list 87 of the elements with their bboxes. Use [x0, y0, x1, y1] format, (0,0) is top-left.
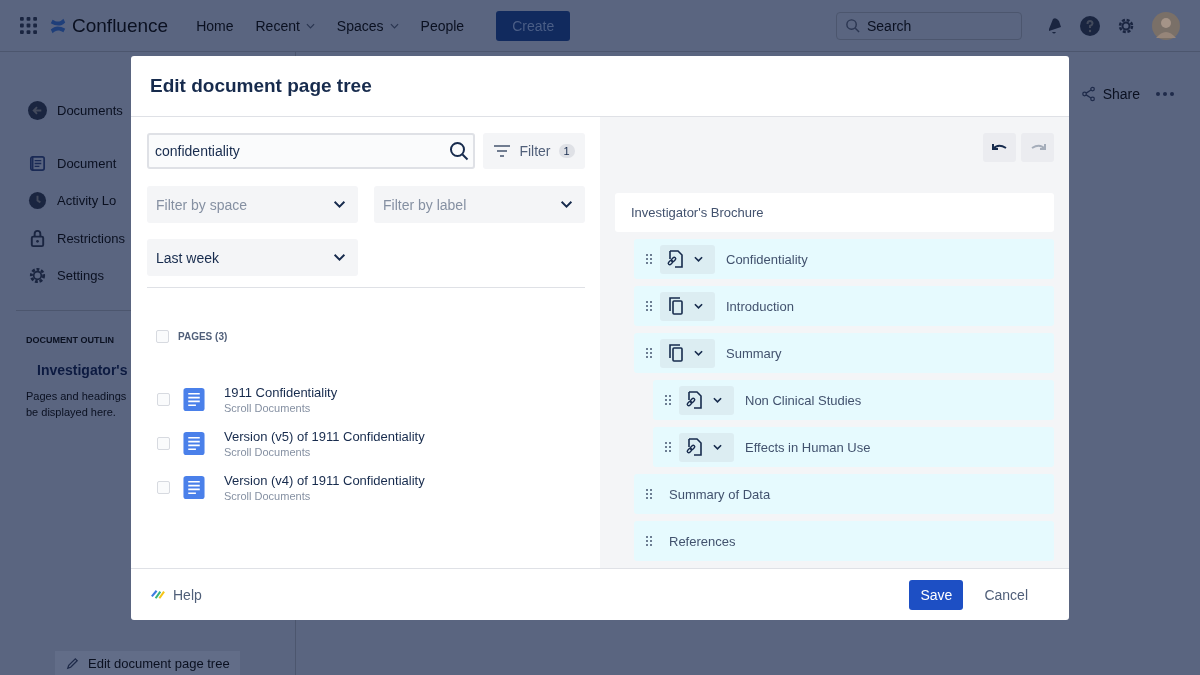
checkbox[interactable] [156, 330, 169, 343]
nav-link[interactable]: People [420, 17, 465, 34]
drag-handle-icon[interactable] [646, 536, 652, 546]
caret-icon [389, 22, 399, 29]
page-title[interactable]: Version (v4) of 1911 Confidentiality [224, 472, 425, 488]
checkbox[interactable] [157, 436, 170, 450]
document-icon [183, 431, 205, 455]
drag-handle-icon[interactable] [646, 348, 652, 358]
save-button[interactable]: Save [909, 579, 964, 610]
cancel-button[interactable]: Cancel [973, 579, 1039, 610]
outline-note: be displayed here. [25, 404, 117, 420]
filter-button[interactable]: Filter 1 [483, 133, 585, 169]
drag-handle-icon[interactable] [646, 489, 652, 499]
undo-button[interactable] [983, 133, 1016, 162]
chevron-down-icon [713, 397, 722, 403]
drag-handle-icon[interactable] [665, 395, 671, 405]
clock-icon [28, 191, 47, 211]
product-name[interactable]: Confluence [72, 14, 169, 37]
chevron-down-icon [560, 200, 573, 209]
page-type-button[interactable] [660, 244, 715, 274]
share-icon [1080, 85, 1097, 103]
linked-page-icon [666, 249, 686, 269]
document-icon [183, 475, 205, 499]
section-heading: DOCUMENT OUTLIN [25, 333, 115, 345]
tree-node[interactable]: Confidentiality [634, 239, 1054, 279]
nav-link[interactable]: Recent [255, 17, 315, 34]
chevron-down-icon [333, 200, 346, 209]
caret-icon [305, 22, 315, 29]
help-link[interactable]: Help [150, 586, 202, 603]
document-icon [28, 153, 47, 173]
edit-page-tree-link[interactable]: Edit document page tree [55, 651, 240, 675]
chevron-down-icon [694, 350, 703, 356]
filter-icon [493, 143, 512, 159]
search-icon [449, 141, 469, 161]
sidebar-link[interactable]: Restrictions [57, 230, 125, 246]
search-field[interactable]: confidentiality [147, 133, 475, 169]
document-icon [183, 387, 205, 411]
tree-node[interactable]: References [634, 521, 1054, 561]
sidebar-link[interactable]: Activity Lo [57, 193, 117, 209]
tree-node[interactable]: Effects in Human Use [653, 427, 1054, 467]
pencil-icon [65, 655, 80, 671]
drag-handle-icon[interactable] [646, 301, 652, 311]
tree-root[interactable]: Investigator's Brochure [615, 193, 1054, 232]
share-button[interactable]: Share [1080, 85, 1140, 103]
more-icon[interactable] [1156, 92, 1174, 96]
chevron-down-icon [694, 256, 703, 262]
chevron-down-icon [713, 444, 722, 450]
copy-icon [666, 296, 686, 316]
page-title[interactable]: 1911 Confidentiality [224, 384, 338, 400]
lock-icon [28, 228, 47, 248]
nav-link[interactable]: Spaces [336, 17, 399, 34]
linked-page-icon [685, 390, 705, 410]
dialog-title: Edit document page tree [150, 75, 372, 97]
tree-node[interactable]: Summary [634, 333, 1054, 373]
sidebar-link[interactable]: Documents [57, 103, 123, 119]
outline-note: Pages and headings [25, 388, 128, 404]
drag-handle-icon[interactable] [646, 254, 652, 264]
checkbox[interactable] [157, 392, 170, 406]
chevron-down-icon [694, 303, 703, 309]
section-heading: PAGES (3) [178, 331, 228, 342]
avatar[interactable] [1152, 11, 1180, 40]
gear-icon [28, 266, 47, 286]
search-field[interactable]: Search [836, 11, 1022, 40]
tree-node[interactable]: Introduction [634, 286, 1054, 326]
chevron-down-icon [333, 253, 346, 262]
sidebar-link[interactable]: Settings [57, 268, 104, 284]
tree-node[interactable]: Non Clinical Studies [653, 380, 1054, 420]
space-name: Scroll Documents [224, 445, 312, 458]
nav-link[interactable]: Home [196, 17, 234, 34]
space-name: Scroll Documents [224, 489, 312, 502]
tree-node[interactable]: Summary of Data [634, 474, 1054, 514]
page-type-button[interactable] [679, 432, 734, 462]
linked-page-icon [685, 437, 705, 457]
space-name: Scroll Documents [224, 401, 312, 414]
page-type-button[interactable] [679, 385, 734, 415]
dropdown-select[interactable]: Last week [147, 239, 358, 276]
copy-icon [666, 343, 686, 363]
sidebar-link[interactable]: Document [57, 155, 117, 171]
help-logo-icon [150, 587, 165, 602]
app-switcher-icon[interactable] [20, 17, 37, 34]
search-icon [845, 18, 860, 33]
help-icon[interactable] [1080, 15, 1100, 36]
page-title[interactable]: Version (v5) of 1911 Confidentiality [224, 428, 425, 444]
drag-handle-icon[interactable] [665, 442, 671, 452]
page-type-button[interactable] [660, 338, 715, 368]
checkbox[interactable] [157, 480, 170, 494]
page-type-button[interactable] [660, 291, 715, 321]
